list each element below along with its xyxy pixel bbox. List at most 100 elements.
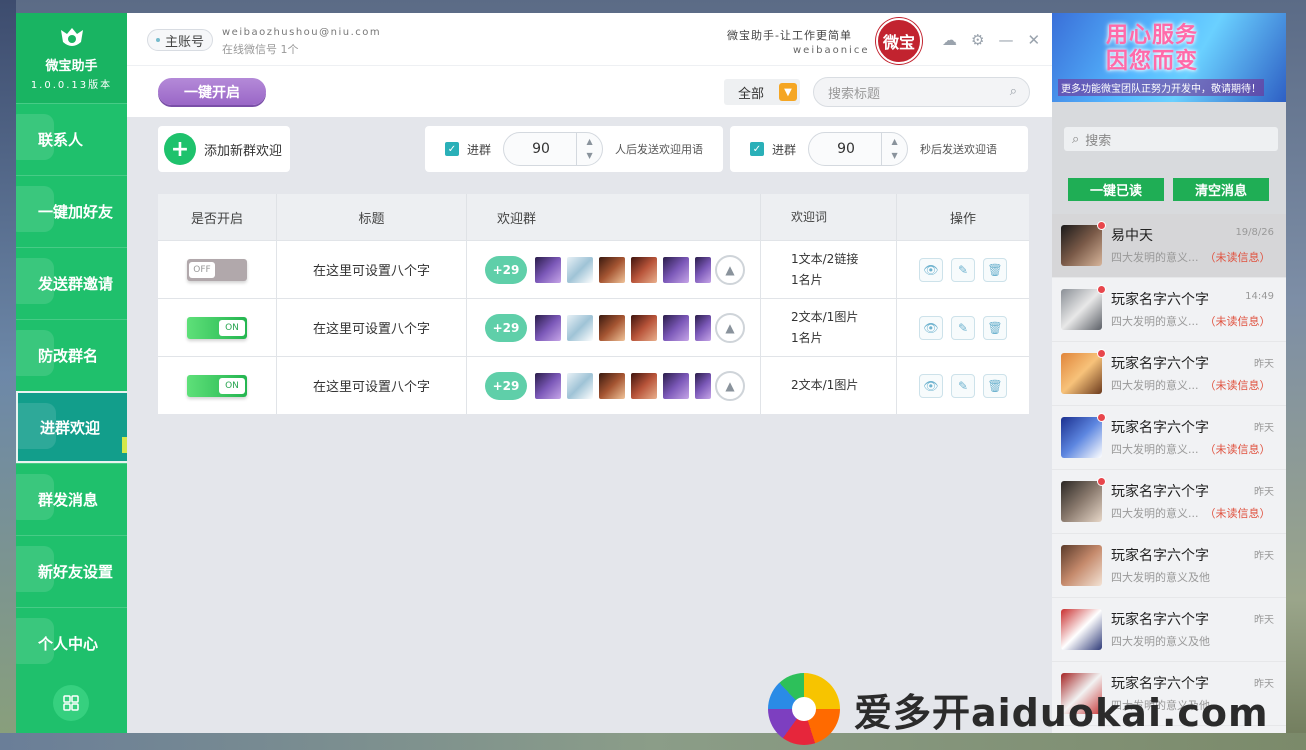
- toolbar: 一键开启 全部 ▼ 搜索标题 ⌕: [127, 65, 1052, 117]
- edit-icon[interactable]: ✎: [951, 257, 975, 282]
- chevron-down-icon[interactable]: ▼: [586, 149, 592, 163]
- nav-broadcast[interactable]: 群发消息: [16, 463, 127, 535]
- setting-suffix: 秒后发送欢迎语: [920, 143, 998, 156]
- edit-icon[interactable]: ✎: [951, 373, 975, 398]
- table-header: 是否开启 标题 欢迎群 欢迎词 操作: [158, 194, 1029, 240]
- unread-label: （未读信息）: [1204, 315, 1271, 328]
- skin-icon[interactable]: ☁: [942, 31, 957, 49]
- chevron-up-icon[interactable]: ▲: [586, 135, 592, 149]
- expand-icon[interactable]: ▲: [715, 312, 745, 343]
- group-avatar: [631, 314, 657, 341]
- list-item[interactable]: 玩家名字六个字 14:49 四大发明的意义... （未读信息）: [1052, 278, 1286, 342]
- eye-icon[interactable]: 👁: [919, 315, 943, 340]
- close-icon[interactable]: ✕: [1027, 31, 1040, 49]
- nav-group-invite[interactable]: 发送群邀请: [16, 247, 127, 319]
- list-item[interactable]: 玩家名字六个字 昨天 四大发明的意义及他: [1052, 534, 1286, 598]
- avatar[interactable]: 微宝: [876, 18, 922, 64]
- filter-select[interactable]: 全部 ▼: [724, 79, 800, 105]
- promo-banner[interactable]: 用心服务 因您而变 更多功能微宝团队正努力开发中，敬请期待！: [1052, 13, 1286, 102]
- open-all-button[interactable]: 一键开启: [158, 78, 266, 105]
- extra-groups-badge[interactable]: +29: [485, 255, 527, 284]
- list-item[interactable]: 玩家名字六个字 昨天 四大发明的意义及他: [1052, 598, 1286, 662]
- banner-subtitle: 更多功能微宝团队正努力开发中，敬请期待！: [1058, 79, 1264, 96]
- count-stepper[interactable]: 90 ▲ ▼: [503, 132, 604, 166]
- nav-label: 个人中心: [38, 635, 99, 653]
- plus-icon: +: [164, 133, 196, 165]
- expand-icon[interactable]: ▲: [715, 370, 745, 401]
- welcome-count-setting: ✓ 进群 90 ▲ ▼ 人后发送欢迎用语: [425, 126, 723, 172]
- eye-icon[interactable]: 👁: [919, 373, 943, 398]
- search-icon: ⌕: [1009, 84, 1017, 99]
- message-preview: 四大发明的意义及他: [1111, 635, 1210, 648]
- list-item[interactable]: 玩家名字六个字 昨天 四大发明的意义... （未读信息）: [1052, 406, 1286, 470]
- checkbox[interactable]: ✓: [750, 142, 764, 156]
- grid-icon[interactable]: [53, 685, 89, 721]
- avatar: [1061, 349, 1106, 394]
- list-item[interactable]: 易中天 19/8/26 四大发明的意义... （未读信息）: [1052, 214, 1286, 278]
- group-avatar: [631, 256, 657, 283]
- chevron-up-icon[interactable]: ▲: [891, 135, 897, 149]
- nav-group-name-guard[interactable]: 防改群名: [16, 319, 127, 391]
- trash-icon[interactable]: 🗑: [983, 257, 1007, 282]
- delay-stepper[interactable]: 90 ▲ ▼: [808, 132, 909, 166]
- list-item[interactable]: 玩家名字六个字 昨天 四大发明的意义... （未读信息）: [1052, 470, 1286, 534]
- group-avatar: [567, 372, 593, 399]
- message-panel: 用心服务 因您而变 更多功能微宝团队正努力开发中，敬请期待！ ⌕ 搜索 一键已读 清…: [1052, 13, 1286, 733]
- search-input[interactable]: 搜索标题 ⌕: [813, 77, 1030, 107]
- nav-label: 一键加好友: [38, 203, 114, 221]
- trash-icon[interactable]: 🗑: [983, 373, 1007, 398]
- expand-icon[interactable]: ▲: [715, 254, 745, 285]
- enable-toggle[interactable]: ON: [187, 374, 247, 397]
- list-item[interactable]: 玩家名字六个字 昨天 四大发明的意义... （未读信息）: [1052, 342, 1286, 406]
- message-preview: 四大发明的意义...: [1111, 443, 1199, 456]
- logo-icon: [55, 25, 89, 51]
- search-icon: ⌕: [1072, 131, 1080, 147]
- nav-profile[interactable]: 个人中心: [16, 607, 127, 679]
- trash-icon[interactable]: 🗑: [983, 315, 1007, 340]
- checkbox-label: 进群: [467, 142, 492, 157]
- nav-label: 进群欢迎: [40, 418, 101, 437]
- group-avatar: [535, 314, 561, 341]
- eye-icon[interactable]: 👁: [919, 257, 943, 282]
- chevron-down-icon[interactable]: ▼: [891, 149, 897, 163]
- message-preview: 四大发明的意义...: [1111, 507, 1199, 520]
- nav-label: 群发消息: [38, 491, 99, 509]
- sidebar: 微宝助手 1.0.0.13版本 联系人 一键加好友 发送群邀请 防改群名 进群欢…: [16, 13, 133, 733]
- welcome-table: 是否开启 标题 欢迎群 欢迎词 操作 OFF 在这里可设置八个字 +29 ▲ 1…: [158, 194, 1029, 414]
- watermark-text: 爱多开aiduokai.com: [854, 690, 1269, 735]
- checkbox[interactable]: ✓: [445, 142, 459, 156]
- nav-contacts[interactable]: 联系人: [16, 103, 127, 175]
- nav-group-welcome[interactable]: 进群欢迎: [16, 391, 133, 463]
- dot-icon: [156, 38, 160, 42]
- clear-messages-button[interactable]: 清空消息: [1173, 178, 1269, 201]
- extra-groups-badge[interactable]: +29: [485, 313, 527, 342]
- group-avatar: [695, 256, 711, 283]
- nav-new-friend-settings[interactable]: 新好友设置: [16, 535, 127, 607]
- account-switch[interactable]: 主账号: [147, 29, 214, 51]
- message-list: 易中天 19/8/26 四大发明的意义... （未读信息） 玩家名字六个字 14:…: [1052, 214, 1286, 733]
- group-avatar: [695, 372, 711, 399]
- enable-toggle[interactable]: OFF: [187, 258, 247, 281]
- unread-dot: [1097, 285, 1106, 294]
- message-search-input[interactable]: ⌕ 搜索: [1064, 127, 1278, 151]
- table-row: OFF 在这里可设置八个字 +29 ▲ 1文本/2链接 1名片 👁 ✎ 🗑: [158, 240, 1029, 298]
- minimize-icon[interactable]: —: [998, 31, 1013, 49]
- gear-icon[interactable]: ⚙: [971, 31, 984, 49]
- words-line1: 1文本/2链接: [791, 251, 859, 266]
- words-line2: 1名片: [791, 272, 823, 287]
- message-time: 昨天: [1254, 487, 1274, 498]
- checkbox-label: 进群: [772, 142, 797, 157]
- account-tag-label: 主账号: [165, 34, 205, 50]
- app-logo: 微宝助手 1.0.0.13版本: [16, 13, 127, 103]
- add-welcome-button[interactable]: + 添加新群欢迎: [158, 126, 290, 172]
- main-panel: 主账号 weibaozhushou@niu.com 在线微信号 1个 微宝助手-…: [127, 13, 1052, 733]
- group-avatar: [599, 314, 625, 341]
- mark-all-read-button[interactable]: 一键已读: [1068, 178, 1164, 201]
- extra-groups-badge[interactable]: +29: [485, 371, 527, 400]
- unread-dot: [1097, 221, 1106, 230]
- edit-icon[interactable]: ✎: [951, 315, 975, 340]
- header-groups: 欢迎群: [467, 194, 761, 240]
- enable-toggle[interactable]: ON: [187, 316, 247, 339]
- nav-add-friends[interactable]: 一键加好友: [16, 175, 127, 247]
- contact-name: 玩家名字六个字: [1111, 612, 1209, 628]
